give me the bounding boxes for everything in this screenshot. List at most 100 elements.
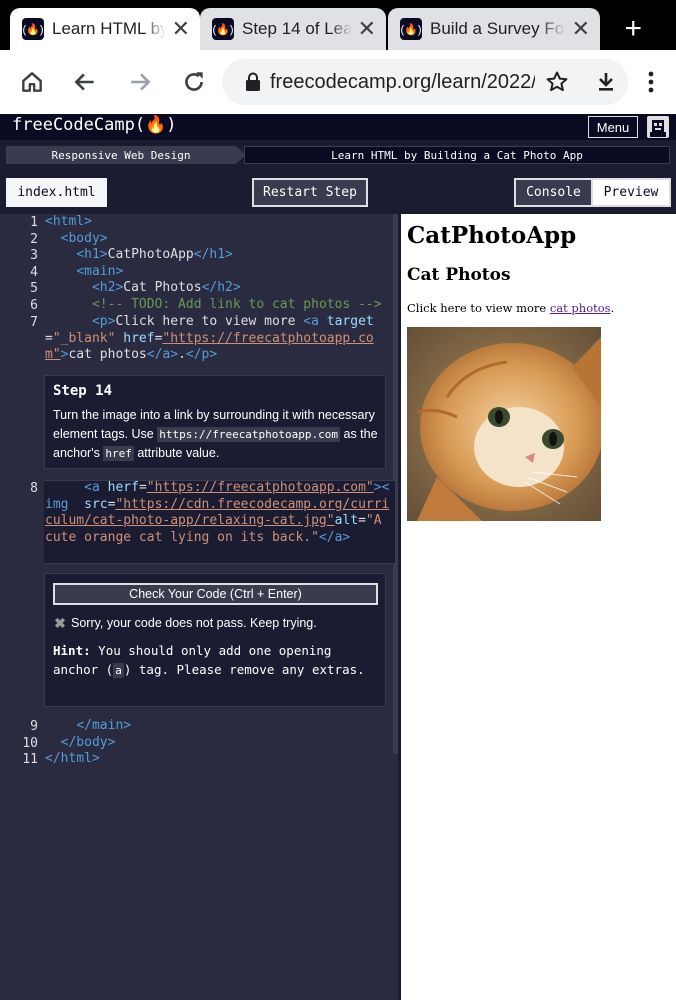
line-number: 8 [30, 481, 38, 496]
code-token: <h1> [76, 247, 108, 262]
browser-toolbar: freecodecamp.org/learn/2022/re [0, 50, 676, 114]
more-options-icon[interactable] [633, 64, 669, 100]
code-line-6[interactable]: <!-- TODO: Add link to cat photos --> [45, 297, 390, 314]
file-tab-index-html[interactable]: index.html [6, 178, 107, 207]
cat-photos-link[interactable]: cat photos [550, 301, 611, 315]
line-number: 2 [30, 232, 38, 247]
breadcrumb-superblock[interactable]: Responsive Web Design [6, 146, 236, 164]
console-button[interactable]: Console [514, 178, 593, 207]
preview-pane: CatPhotoApp Cat Photos Click here to vie… [401, 214, 676, 1000]
line-number: 7 [30, 315, 38, 330]
code-line-2[interactable]: <body> [45, 231, 390, 248]
line-number: 11 [22, 752, 38, 767]
code-line-9[interactable]: </main> [45, 718, 390, 735]
code-token: <main> [76, 264, 124, 279]
address-bar[interactable]: freecodecamp.org/learn/2022/re [222, 59, 628, 105]
code-line-10[interactable]: </body> [45, 735, 390, 752]
code-token: Click here to view more [115, 314, 304, 329]
download-icon[interactable] [588, 64, 624, 100]
close-tab-icon[interactable]: ✕ [572, 16, 590, 42]
code-line-4[interactable]: <main> [45, 264, 390, 281]
code-token: href [123, 330, 155, 346]
line-number: 6 [30, 298, 38, 313]
breadcrumb-block[interactable]: Learn HTML by Building a Cat Photo App [244, 146, 670, 164]
fail-message: ✖ Sorry, your code does not pass. Keep t… [53, 614, 317, 631]
code-token: </body> [60, 735, 116, 750]
preview-heading-2: Cat Photos [407, 265, 511, 285]
code-token: <body> [60, 231, 108, 246]
code-token: cat photos [68, 347, 147, 362]
test-feedback-panel: Check Your Code (Ctrl + Enter) ✖ Sorry, … [44, 573, 386, 707]
line-number: 10 [22, 736, 38, 751]
code-token: target [326, 314, 374, 329]
url-text[interactable]: freecodecamp.org/learn/2022/re [270, 71, 535, 94]
code-comment: <!-- TODO: Add link to cat photos --> [91, 297, 382, 312]
code-token: <a [303, 314, 319, 329]
inline-code: https://freecatphotoapp.com [157, 427, 341, 442]
cat-photo-image [407, 327, 601, 521]
code-line-7[interactable]: <p>Click here to view more <a target="_b… [45, 314, 390, 364]
inline-code: a [113, 663, 124, 678]
code-token: > [373, 480, 382, 495]
code-token: CatPhotoApp [107, 247, 194, 262]
code-line-3[interactable]: <h1>CatPhotoApp</h1> [45, 247, 390, 264]
code-token: "https://freecatphotoapp.com" [146, 480, 374, 495]
preview-button[interactable]: Preview [593, 178, 671, 207]
code-token: <html> [45, 214, 92, 229]
user-avatar-icon [650, 120, 666, 137]
browser-tab-3[interactable]: (🔥) Build a Survey Fo ✕ [388, 8, 600, 50]
line-number: 1 [30, 215, 38, 230]
bookmark-star-icon[interactable] [545, 70, 569, 94]
code-token: . [178, 347, 186, 362]
code-token: </h1> [193, 247, 233, 262]
code-token: <a [84, 480, 100, 495]
fail-text: Sorry, your code does not pass. Keep try… [71, 616, 317, 630]
avatar[interactable] [647, 116, 669, 138]
menu-button[interactable]: Menu [588, 116, 638, 138]
hint-body: ) tag. Please remove any extras. [123, 662, 365, 677]
fcc-favicon-icon: (🔥) [22, 18, 44, 40]
line-number: 4 [30, 265, 38, 280]
code-token: "_blank" [52, 330, 116, 346]
inline-code: href [103, 446, 134, 461]
code-token: <h2> [91, 280, 124, 295]
code-line-5[interactable]: <h2>Cat Photos</h2> [45, 280, 390, 297]
code-token: </h2> [201, 280, 241, 295]
code-line-1[interactable]: <html> [45, 214, 390, 231]
line-number: 5 [30, 281, 38, 296]
fcc-favicon-icon: (🔥) [400, 18, 422, 40]
code-token: </a> [146, 347, 179, 362]
lock-icon[interactable] [244, 72, 262, 92]
code-line-11[interactable]: </html> [45, 751, 390, 768]
preview-heading-1: CatPhotoApp [407, 222, 577, 249]
close-tab-icon[interactable]: ✕ [358, 16, 376, 42]
restart-step-button[interactable]: Restart Step [252, 178, 368, 207]
hint-label: Hint: [53, 643, 91, 658]
tab-title: Step 14 of Learn [242, 19, 352, 38]
step-description-panel: Step 14 Turn the image into a link by su… [44, 375, 386, 469]
preview-text: Click here to view more [407, 301, 550, 315]
forward-arrow-icon[interactable] [122, 64, 158, 100]
code-line-8[interactable]: <a herf="https://freecatphotoapp.com"><i… [45, 480, 390, 546]
browser-tab-2[interactable]: (🔥) Step 14 of Learn ✕ [200, 8, 386, 50]
cross-icon: ✖ [54, 614, 66, 631]
tab-title: Learn HTML by B [52, 19, 166, 38]
hint-text: Hint: You should only add one opening an… [53, 641, 378, 680]
code-token: </a> [318, 529, 351, 545]
code-token: </p> [185, 347, 218, 362]
code-token: alt [334, 513, 359, 528]
step-description: Turn the image into a link by surroundin… [53, 406, 379, 463]
code-token: </main> [76, 718, 132, 733]
code-token: src [84, 496, 108, 512]
fcc-logo[interactable]: freeCodeCamp(🔥) [12, 115, 176, 135]
new-tab-button[interactable]: + [624, 12, 642, 46]
check-code-button[interactable]: Check Your Code (Ctrl + Enter) [53, 583, 378, 605]
reload-icon[interactable] [176, 64, 212, 100]
close-tab-icon[interactable]: ✕ [172, 16, 190, 42]
code-token: herf [107, 480, 139, 495]
home-icon[interactable] [14, 64, 50, 100]
code-token: </html> [45, 751, 100, 766]
back-arrow-icon[interactable] [67, 64, 103, 100]
browser-tab-1[interactable]: (🔥) Learn HTML by B ✕ [10, 8, 200, 50]
tab-title: Build a Survey Fo [430, 19, 565, 38]
